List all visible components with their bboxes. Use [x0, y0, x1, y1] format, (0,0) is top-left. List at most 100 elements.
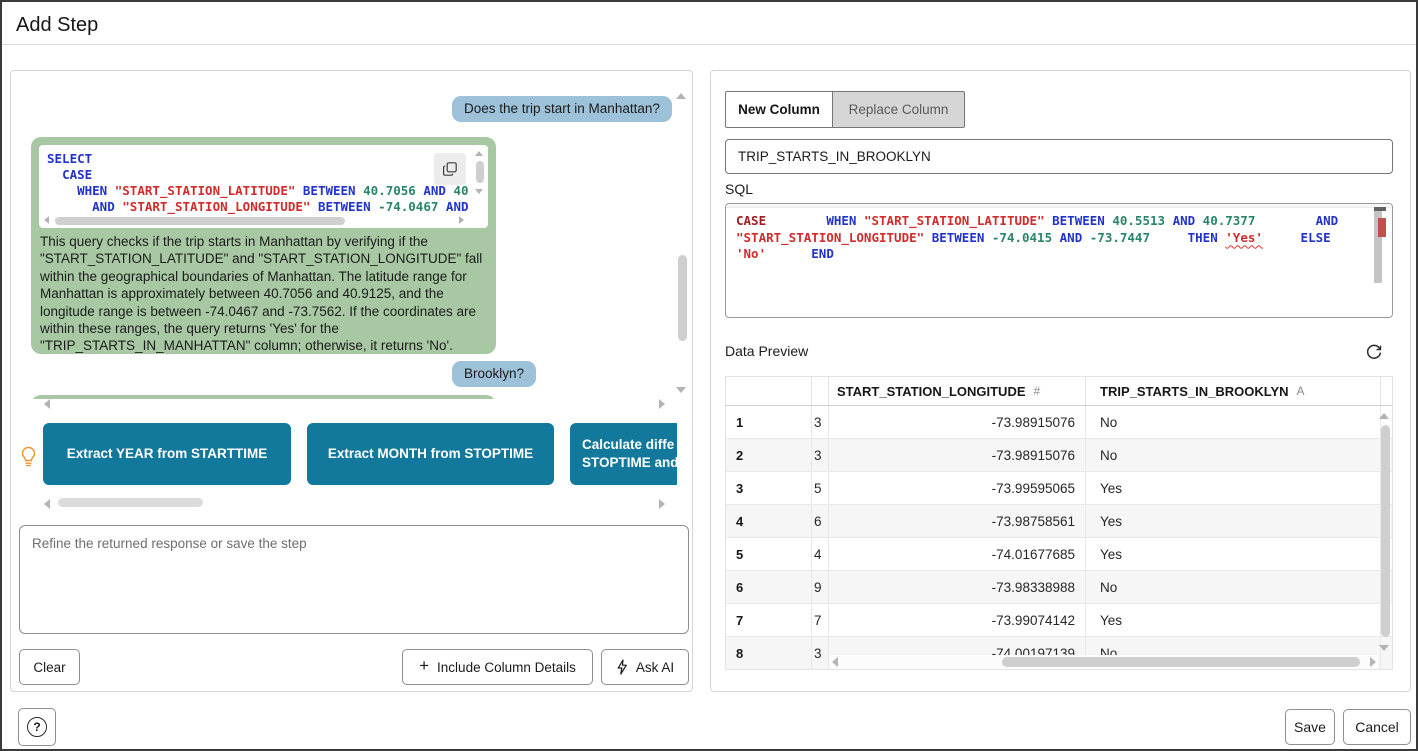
- suggestions-hscrollbar-thumb[interactable]: [58, 498, 203, 507]
- suggestions-hscroll-left-arrow[interactable]: [44, 499, 50, 509]
- suggestions-next-arrow[interactable]: [659, 399, 665, 409]
- help-button[interactable]: ?: [18, 708, 56, 746]
- table-header-row: START_STATION_LONGITUDE # TRIP_STARTS_IN…: [726, 377, 1392, 406]
- cancel-button[interactable]: Cancel: [1343, 709, 1411, 745]
- table-row: 69-73.98338988No: [726, 571, 1392, 604]
- code-line: SELECT: [47, 151, 468, 167]
- cell-longitude: -73.99074142: [829, 604, 1086, 636]
- cell-result: No: [1086, 439, 1381, 471]
- header-clipped-column: [812, 377, 829, 405]
- copy-code-button[interactable]: [434, 153, 466, 185]
- cell-clipped-value: 3: [812, 637, 829, 669]
- refresh-button[interactable]: [1365, 343, 1383, 361]
- column-name-input[interactable]: [725, 139, 1393, 174]
- table-scroll-up-arrow[interactable]: [1379, 413, 1389, 419]
- save-button[interactable]: Save: [1285, 709, 1335, 745]
- code-line: "START_STATION_LONGITUDE" BETWEEN -74.04…: [736, 230, 1366, 247]
- table-hscrollbar-thumb[interactable]: [1002, 657, 1360, 667]
- suggestion-calculate-difference-button[interactable]: Calculate diffe STOPTIME and: [570, 423, 677, 485]
- text-type-icon: A: [1297, 384, 1305, 398]
- cell-result: Yes: [1086, 538, 1381, 570]
- cell-rownum: 3: [726, 472, 812, 504]
- tab-replace-column[interactable]: Replace Column: [832, 91, 965, 128]
- table-row: 54-74.01677685Yes: [726, 538, 1392, 571]
- cell-longitude: -73.98338988: [829, 571, 1086, 603]
- chat-code-block: SELECT CASE WHEN "START_STATION_LATITUDE…: [39, 145, 488, 228]
- cell-result: No: [1086, 571, 1381, 603]
- suggestions-strip: Extract YEAR from STARTTIME Extract MONT…: [43, 423, 677, 485]
- table-hscroll-right-arrow[interactable]: [1370, 657, 1376, 667]
- suggestions-hscroll-right-arrow[interactable]: [659, 499, 665, 509]
- cell-clipped-value: 9: [812, 571, 829, 603]
- chat-scroll-up-arrow[interactable]: [676, 93, 686, 99]
- code-line: CASE: [47, 167, 468, 183]
- cell-longitude: -73.98915076: [829, 406, 1086, 438]
- table-row: 35-73.99595065Yes: [726, 472, 1392, 505]
- data-preview-label: Data Preview: [725, 343, 808, 359]
- cell-rownum: 1: [726, 406, 812, 438]
- clear-button[interactable]: Clear: [19, 649, 80, 685]
- add-step-dialog: Add Step Does the trip start in Manhatta…: [0, 0, 1418, 751]
- lightning-bolt-icon: [616, 659, 628, 675]
- cell-clipped-value: 5: [812, 472, 829, 504]
- table-row: 46-73.98758561Yes: [726, 505, 1392, 538]
- code-line: WHEN "START_STATION_LATITUDE" BETWEEN 40…: [47, 183, 468, 199]
- header-trip-starts-in-brooklyn[interactable]: TRIP_STARTS_IN_BROOKLYN A: [1086, 377, 1381, 405]
- cell-result: No: [1086, 406, 1381, 438]
- code-scroll-left-arrow[interactable]: [44, 216, 49, 224]
- cell-result: Yes: [1086, 472, 1381, 504]
- code-vscrollbar-thumb[interactable]: [476, 161, 484, 183]
- cell-result: Yes: [1086, 604, 1381, 636]
- cell-longitude: -73.99595065: [829, 472, 1086, 504]
- chat-vscrollbar-thumb[interactable]: [678, 255, 687, 341]
- assistant-explanation: This query checks if the trip starts in …: [40, 233, 487, 355]
- cell-clipped-value: 6: [812, 505, 829, 537]
- table-row: 13-73.98915076No: [726, 406, 1392, 439]
- plus-icon: +: [419, 656, 429, 676]
- user-message-manhattan: Does the trip start in Manhattan?: [452, 96, 672, 122]
- sql-editor[interactable]: CASE WHEN "START_STATION_LATITUDE" BETWE…: [725, 203, 1393, 318]
- table-scroll-down-arrow[interactable]: [1379, 645, 1389, 651]
- cell-clipped-value: 3: [812, 406, 829, 438]
- code-hscrollbar-thumb[interactable]: [55, 217, 345, 225]
- cell-clipped-value: 4: [812, 538, 829, 570]
- table-hscrollbar[interactable]: [830, 655, 1378, 669]
- cell-result: Yes: [1086, 505, 1381, 537]
- cell-rownum: 2: [726, 439, 812, 471]
- cell-clipped-value: 7: [812, 604, 829, 636]
- suggestion-extract-month-button[interactable]: Extract MONTH from STOPTIME: [307, 423, 554, 485]
- chat-panel: Does the trip start in Manhattan? SELECT…: [10, 70, 693, 692]
- table-vscrollbar-thumb[interactable]: [1381, 425, 1390, 637]
- code-scroll-right-arrow[interactable]: [459, 216, 464, 224]
- tab-new-column[interactable]: New Column: [725, 91, 833, 128]
- header-start-station-longitude[interactable]: START_STATION_LONGITUDE #: [829, 377, 1086, 405]
- code-scroll-up-arrow[interactable]: [475, 151, 483, 156]
- cell-longitude: -73.98758561: [829, 505, 1086, 537]
- error-marker: [1378, 218, 1386, 237]
- copy-icon: [442, 161, 458, 177]
- cell-rownum: 5: [726, 538, 812, 570]
- suggestion-extract-year-button[interactable]: Extract YEAR from STARTTIME: [43, 423, 291, 485]
- user-message-brooklyn: Brooklyn?: [452, 361, 536, 387]
- sql-editor-top-strip: [726, 204, 1392, 208]
- cell-rownum: 4: [726, 505, 812, 537]
- ask-ai-button[interactable]: Ask AI: [601, 649, 689, 685]
- table-hscroll-left-arrow[interactable]: [832, 657, 838, 667]
- numeric-type-icon: #: [1034, 384, 1041, 398]
- data-preview-table: START_STATION_LONGITUDE # TRIP_STARTS_IN…: [725, 376, 1393, 670]
- sql-editor-overview-ruler[interactable]: [1374, 207, 1386, 313]
- sql-code: CASE WHEN "START_STATION_LATITUDE" BETWE…: [736, 213, 1366, 263]
- title-divider: [2, 44, 1416, 45]
- table-row: 77-73.99074142Yes: [726, 604, 1392, 637]
- column-panel: New Column Replace Column SQL CASE WHEN …: [710, 70, 1411, 692]
- refine-response-input[interactable]: [19, 525, 689, 634]
- cell-longitude: -74.01677685: [829, 538, 1086, 570]
- code-scroll-down-arrow[interactable]: [475, 189, 483, 194]
- chat-scroll-down-arrow[interactable]: [676, 387, 686, 393]
- help-question-icon: ?: [27, 717, 47, 737]
- refresh-icon: [1365, 343, 1383, 361]
- cell-rownum: 7: [726, 604, 812, 636]
- suggestions-prev-arrow[interactable]: [44, 399, 50, 409]
- cell-rownum: 8: [726, 637, 812, 669]
- include-column-details-button[interactable]: + Include Column Details: [402, 649, 593, 685]
